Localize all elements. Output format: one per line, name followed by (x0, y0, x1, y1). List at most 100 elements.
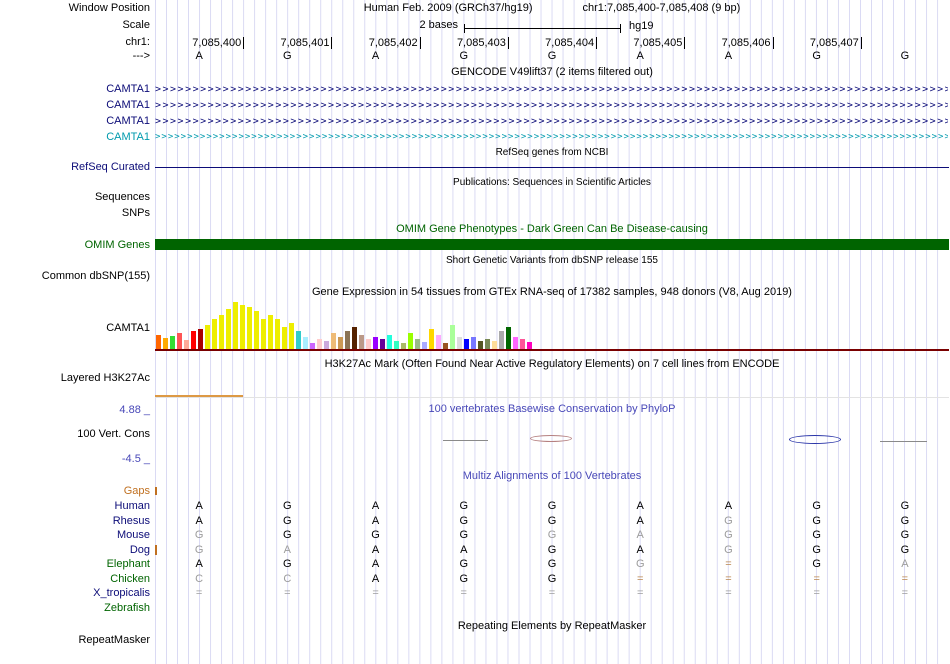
gtex-expression-bar[interactable] (226, 309, 231, 349)
species-label-zebrafish[interactable]: Zebrafish (104, 602, 150, 615)
gtex-expression-bar[interactable] (520, 339, 525, 349)
gencode-item-label-3[interactable]: CAMTA1 (106, 115, 150, 128)
alignment-base: G (194, 529, 204, 541)
gencode-item-label-1[interactable]: CAMTA1 (106, 83, 150, 96)
species-label-rhesus[interactable]: Rhesus (113, 515, 150, 528)
sequence-base: A (636, 50, 644, 62)
gtex-expression-bar[interactable] (268, 315, 273, 349)
gtex-expression-bar[interactable] (506, 327, 511, 349)
alignment-base: G (459, 514, 469, 527)
gtex-expression-bar[interactable] (233, 302, 238, 349)
gtex-expression-bar[interactable] (485, 339, 490, 349)
phylop-mark[interactable] (530, 435, 572, 442)
gtex-expression-bar[interactable] (450, 325, 455, 349)
phylop-mark[interactable] (880, 441, 927, 442)
track-label-snps[interactable]: SNPs (122, 207, 150, 220)
track-label-refseq-curated[interactable]: RefSeq Curated (71, 161, 150, 174)
position-range: chr1:7,085,400-7,085,408 (9 bp) (582, 2, 741, 14)
gtex-expression-bar[interactable] (254, 311, 259, 349)
gtex-expression-bar[interactable] (219, 315, 224, 349)
gencode-transcript-4[interactable]: >>>>>>>>>>>>>>>>>>>>>>>>>>>>>>>>>>>>>>>>… (155, 131, 948, 144)
gtex-expression-bar[interactable] (240, 305, 245, 349)
species-label-dog[interactable]: Dog (130, 544, 150, 557)
track-label-100-vert-cons[interactable]: 100 Vert. Cons (77, 428, 150, 441)
gtex-expression-bar[interactable] (492, 341, 497, 349)
alignment-base: = (372, 587, 379, 599)
gtex-expression-bar[interactable] (422, 342, 427, 349)
gtex-expression-bar[interactable] (177, 333, 182, 349)
track-label-gtex-gene[interactable]: CAMTA1 (106, 322, 150, 335)
gtex-expression-bar[interactable] (471, 337, 476, 349)
gtex-expression-bar[interactable] (436, 335, 441, 349)
gtex-expression-bar[interactable] (324, 341, 329, 349)
gtex-expression-bar[interactable] (317, 339, 322, 349)
gtex-expression-bar[interactable] (212, 319, 217, 349)
gtex-expression-bar[interactable] (303, 337, 308, 349)
species-label-x_tropicalis[interactable]: X_tropicalis (93, 587, 150, 600)
dog-insertion-tick[interactable] (155, 545, 157, 555)
h3k27ac-signal-segment[interactable] (155, 395, 243, 397)
gencode-item-label-4[interactable]: CAMTA1 (106, 131, 150, 144)
gtex-expression-bar[interactable] (366, 339, 371, 349)
alignment-base: G (812, 558, 821, 570)
track-label-gaps[interactable]: Gaps (124, 485, 150, 498)
gtex-expression-bar[interactable] (170, 336, 175, 349)
gtex-expression-bar[interactable] (338, 337, 343, 349)
alignment-base: G (900, 543, 910, 556)
gtex-expression-bar[interactable] (527, 342, 532, 349)
gtex-expression-bar[interactable] (387, 335, 392, 349)
gtex-expression-bar[interactable] (184, 340, 189, 349)
gencode-transcript-3[interactable]: >>>>>>>>>>>>>>>>>>>>>>>>>>>>>>>>>>>>>>>>… (155, 115, 948, 128)
gtex-expression-bar[interactable] (457, 337, 462, 349)
gtex-expression-bar[interactable] (443, 343, 448, 349)
refseq-gene-line[interactable] (155, 167, 949, 168)
gtex-expression-bar[interactable] (478, 341, 483, 349)
gtex-expression-bar[interactable] (513, 337, 518, 349)
phylop-mark[interactable] (443, 440, 488, 441)
gtex-expression-bar[interactable] (499, 331, 504, 349)
alignment-base: = (725, 558, 732, 570)
gtex-expression-bar[interactable] (282, 327, 287, 349)
gtex-expression-bar[interactable] (380, 339, 385, 349)
gtex-expression-bar[interactable] (394, 341, 399, 349)
species-label-mouse[interactable]: Mouse (117, 529, 150, 542)
gtex-expression-bar[interactable] (296, 331, 301, 349)
gencode-item-label-2[interactable]: CAMTA1 (106, 99, 150, 112)
alignment-base: G (283, 529, 292, 541)
gtex-expression-bar[interactable] (156, 335, 161, 349)
gencode-transcript-2[interactable]: >>>>>>>>>>>>>>>>>>>>>>>>>>>>>>>>>>>>>>>>… (155, 99, 948, 112)
phylop-mark[interactable] (789, 435, 841, 444)
gencode-transcript-1[interactable]: >>>>>>>>>>>>>>>>>>>>>>>>>>>>>>>>>>>>>>>>… (155, 83, 948, 96)
species-label-elephant[interactable]: Elephant (107, 558, 150, 571)
gtex-expression-bar[interactable] (345, 331, 350, 349)
species-label-human[interactable]: Human (115, 500, 150, 513)
gtex-expression-bar[interactable] (310, 343, 315, 349)
gtex-expression-bar[interactable] (352, 327, 357, 349)
track-label-repeatmasker[interactable]: RepeatMasker (78, 634, 150, 647)
gtex-expression-bar[interactable] (163, 338, 168, 349)
gtex-expression-bar[interactable] (205, 325, 210, 349)
gtex-expression-bar[interactable] (401, 343, 406, 349)
gtex-expression-bar[interactable] (373, 337, 378, 349)
track-label-layered-h3k27ac[interactable]: Layered H3K27Ac (61, 372, 150, 385)
gtex-expression-bar[interactable] (198, 329, 203, 349)
gtex-expression-bar[interactable] (261, 319, 266, 349)
gtex-expression-bar[interactable] (464, 339, 469, 349)
gtex-expression-bar[interactable] (408, 333, 413, 349)
gtex-expression-bar[interactable] (275, 319, 280, 349)
gtex-expression-bar[interactable] (429, 329, 434, 349)
gtex-expression-bar[interactable] (289, 323, 294, 349)
gtex-expression-bar[interactable] (331, 333, 336, 349)
gtex-expression-bar[interactable] (247, 307, 252, 349)
track-label-sequences[interactable]: Sequences (95, 191, 150, 204)
track-label-omim-genes[interactable]: OMIM Genes (85, 239, 150, 252)
alignment-base: G (547, 529, 557, 541)
gtex-expression-bar[interactable] (359, 335, 364, 349)
omim-gene-bar[interactable] (155, 239, 949, 250)
gtex-expression-bar[interactable] (415, 339, 420, 349)
track-label-common-dbsnp[interactable]: Common dbSNP(155) (42, 270, 150, 283)
gaps-insertion-tick[interactable] (155, 487, 157, 495)
species-label-chicken[interactable]: Chicken (110, 573, 150, 586)
gtex-expression-bar[interactable] (191, 331, 196, 349)
sequence-base: G (547, 50, 557, 62)
